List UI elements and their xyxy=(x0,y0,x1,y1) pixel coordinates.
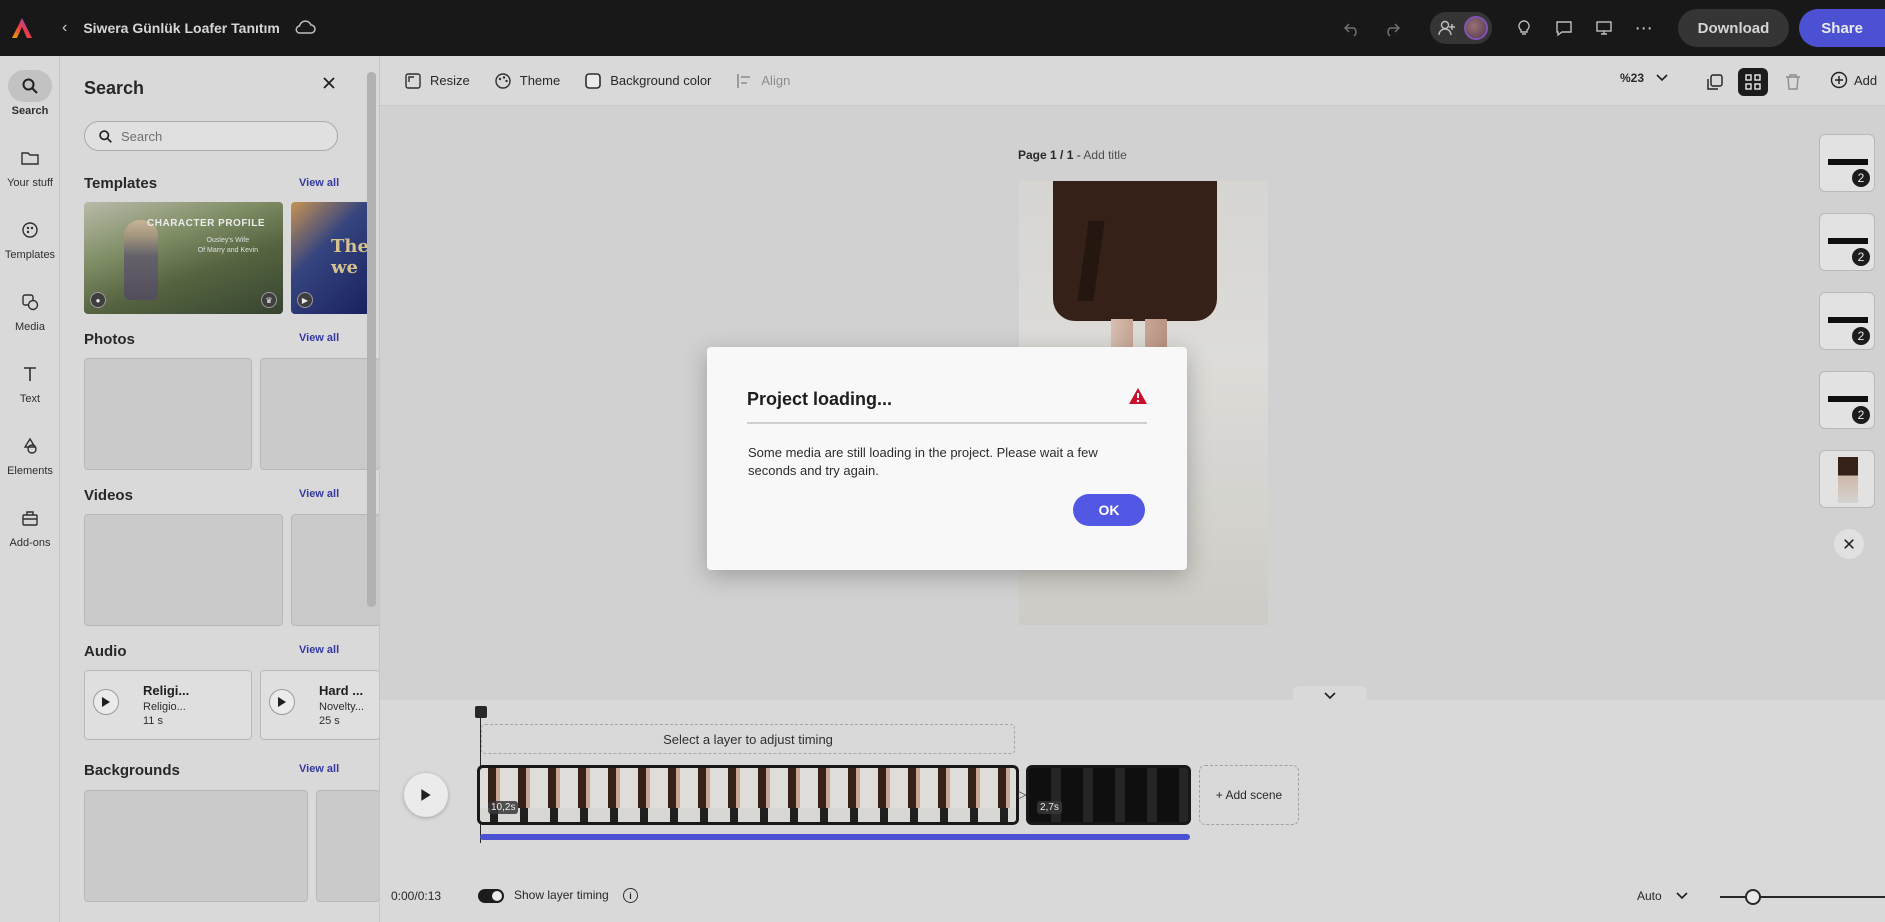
dialog-title: Project loading... xyxy=(747,389,893,409)
dialog-divider xyxy=(747,422,1147,424)
dialog-message: Some media are still loading in the proj… xyxy=(748,445,1098,478)
ok-button[interactable]: OK xyxy=(1073,494,1145,526)
project-loading-dialog: Project loading... Some media are still … xyxy=(707,347,1187,570)
alert-triangle-icon xyxy=(1128,387,1148,408)
